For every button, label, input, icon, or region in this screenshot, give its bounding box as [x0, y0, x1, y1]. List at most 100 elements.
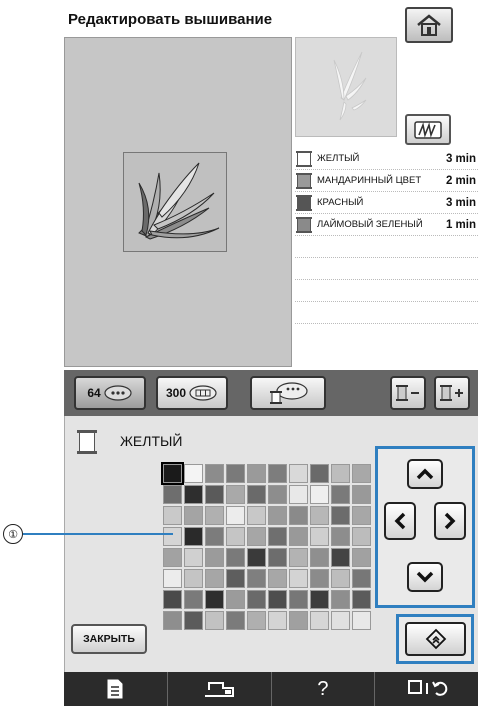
- color-swatch[interactable]: [289, 527, 308, 546]
- color-swatch[interactable]: [310, 569, 329, 588]
- color-swatch[interactable]: [352, 569, 371, 588]
- color-swatch[interactable]: [184, 485, 203, 504]
- color-swatch[interactable]: [163, 506, 182, 525]
- color-swatch[interactable]: [268, 569, 287, 588]
- color-swatch[interactable]: [205, 464, 224, 483]
- list-item[interactable]: КРАСНЫЙ 3 min: [295, 192, 478, 214]
- color-swatch[interactable]: [247, 611, 266, 630]
- color-swatch[interactable]: [163, 569, 182, 588]
- color-swatch[interactable]: [163, 485, 182, 504]
- color-swatch[interactable]: [226, 590, 245, 609]
- color-swatch[interactable]: [268, 506, 287, 525]
- user-thread-palette-button[interactable]: [250, 376, 326, 410]
- home-button[interactable]: [405, 7, 453, 43]
- document-button[interactable]: [64, 672, 168, 706]
- color-swatch[interactable]: [331, 527, 350, 546]
- color-swatch[interactable]: [289, 485, 308, 504]
- color-swatch[interactable]: [163, 590, 182, 609]
- color-swatch[interactable]: [331, 485, 350, 504]
- color-swatch[interactable]: [226, 506, 245, 525]
- color-swatch[interactable]: [205, 590, 224, 609]
- color-swatch[interactable]: [268, 590, 287, 609]
- color-swatch[interactable]: [226, 485, 245, 504]
- color-swatch[interactable]: [331, 611, 350, 630]
- color-swatch[interactable]: [352, 506, 371, 525]
- color-swatch[interactable]: [247, 485, 266, 504]
- color-swatch[interactable]: [310, 611, 329, 630]
- color-swatch[interactable]: [247, 464, 266, 483]
- help-button[interactable]: ?: [272, 672, 376, 706]
- color-swatch[interactable]: [331, 590, 350, 609]
- color-swatch[interactable]: [289, 506, 308, 525]
- color-swatch[interactable]: [184, 464, 203, 483]
- color-swatch[interactable]: [268, 548, 287, 567]
- color-swatch[interactable]: [184, 548, 203, 567]
- color-swatch[interactable]: [205, 485, 224, 504]
- color-swatch[interactable]: [226, 569, 245, 588]
- color-swatch[interactable]: [352, 590, 371, 609]
- stitch-simulator-button[interactable]: [405, 114, 451, 145]
- color-swatch[interactable]: [161, 462, 184, 485]
- list-item[interactable]: ЛАЙМОВЫЙ ЗЕЛЕНЫЙ 1 min: [295, 214, 478, 236]
- palette-64-button[interactable]: 64: [74, 376, 146, 410]
- color-swatch[interactable]: [289, 590, 308, 609]
- color-swatch[interactable]: [163, 527, 182, 546]
- color-swatch[interactable]: [205, 569, 224, 588]
- color-swatch[interactable]: [163, 548, 182, 567]
- color-swatch[interactable]: [247, 548, 266, 567]
- color-swatch[interactable]: [310, 590, 329, 609]
- close-button[interactable]: ЗАКРЫТЬ: [71, 624, 147, 654]
- list-item[interactable]: МАНДАРИННЫЙ ЦВЕТ 2 min: [295, 170, 478, 192]
- color-swatch[interactable]: [205, 527, 224, 546]
- color-swatch[interactable]: [352, 485, 371, 504]
- color-swatch[interactable]: [247, 569, 266, 588]
- apply-color-button[interactable]: [405, 622, 466, 656]
- color-swatch[interactable]: [289, 569, 308, 588]
- color-swatch[interactable]: [184, 569, 203, 588]
- settings-button[interactable]: [375, 672, 478, 706]
- color-swatch[interactable]: [268, 464, 287, 483]
- color-swatch[interactable]: [289, 464, 308, 483]
- color-swatch[interactable]: [268, 527, 287, 546]
- color-swatch[interactable]: [352, 611, 371, 630]
- thread-minus-button[interactable]: [390, 376, 426, 410]
- list-item[interactable]: ЖЕЛТЫЙ 3 min: [295, 148, 478, 170]
- color-swatch[interactable]: [226, 548, 245, 567]
- color-swatch[interactable]: [247, 590, 266, 609]
- palette-300-button[interactable]: 300: [156, 376, 228, 410]
- color-swatch[interactable]: [310, 527, 329, 546]
- color-swatch[interactable]: [289, 611, 308, 630]
- color-swatch[interactable]: [247, 527, 266, 546]
- up-arrow-button[interactable]: [407, 459, 443, 489]
- color-swatch[interactable]: [226, 611, 245, 630]
- color-swatch[interactable]: [205, 506, 224, 525]
- color-swatch[interactable]: [352, 527, 371, 546]
- down-arrow-button[interactable]: [407, 562, 443, 592]
- color-swatch[interactable]: [268, 611, 287, 630]
- color-swatch[interactable]: [268, 485, 287, 504]
- left-arrow-button[interactable]: [384, 502, 416, 540]
- right-arrow-button[interactable]: [434, 502, 466, 540]
- color-swatch[interactable]: [226, 464, 245, 483]
- color-swatch[interactable]: [310, 506, 329, 525]
- color-swatch[interactable]: [226, 527, 245, 546]
- thread-plus-button[interactable]: [434, 376, 470, 410]
- color-swatch[interactable]: [289, 548, 308, 567]
- color-swatch[interactable]: [205, 611, 224, 630]
- color-swatch[interactable]: [205, 548, 224, 567]
- color-swatch[interactable]: [310, 548, 329, 567]
- color-swatch[interactable]: [352, 464, 371, 483]
- color-swatch[interactable]: [352, 548, 371, 567]
- color-swatch[interactable]: [310, 464, 329, 483]
- color-swatch[interactable]: [331, 548, 350, 567]
- color-swatch[interactable]: [331, 464, 350, 483]
- color-swatch[interactable]: [331, 569, 350, 588]
- color-swatch[interactable]: [331, 506, 350, 525]
- color-swatch[interactable]: [184, 506, 203, 525]
- color-swatch[interactable]: [184, 590, 203, 609]
- color-swatch[interactable]: [247, 506, 266, 525]
- color-swatch[interactable]: [310, 485, 329, 504]
- sewing-machine-button[interactable]: [168, 672, 272, 706]
- color-swatch[interactable]: [163, 611, 182, 630]
- color-swatch[interactable]: [184, 527, 203, 546]
